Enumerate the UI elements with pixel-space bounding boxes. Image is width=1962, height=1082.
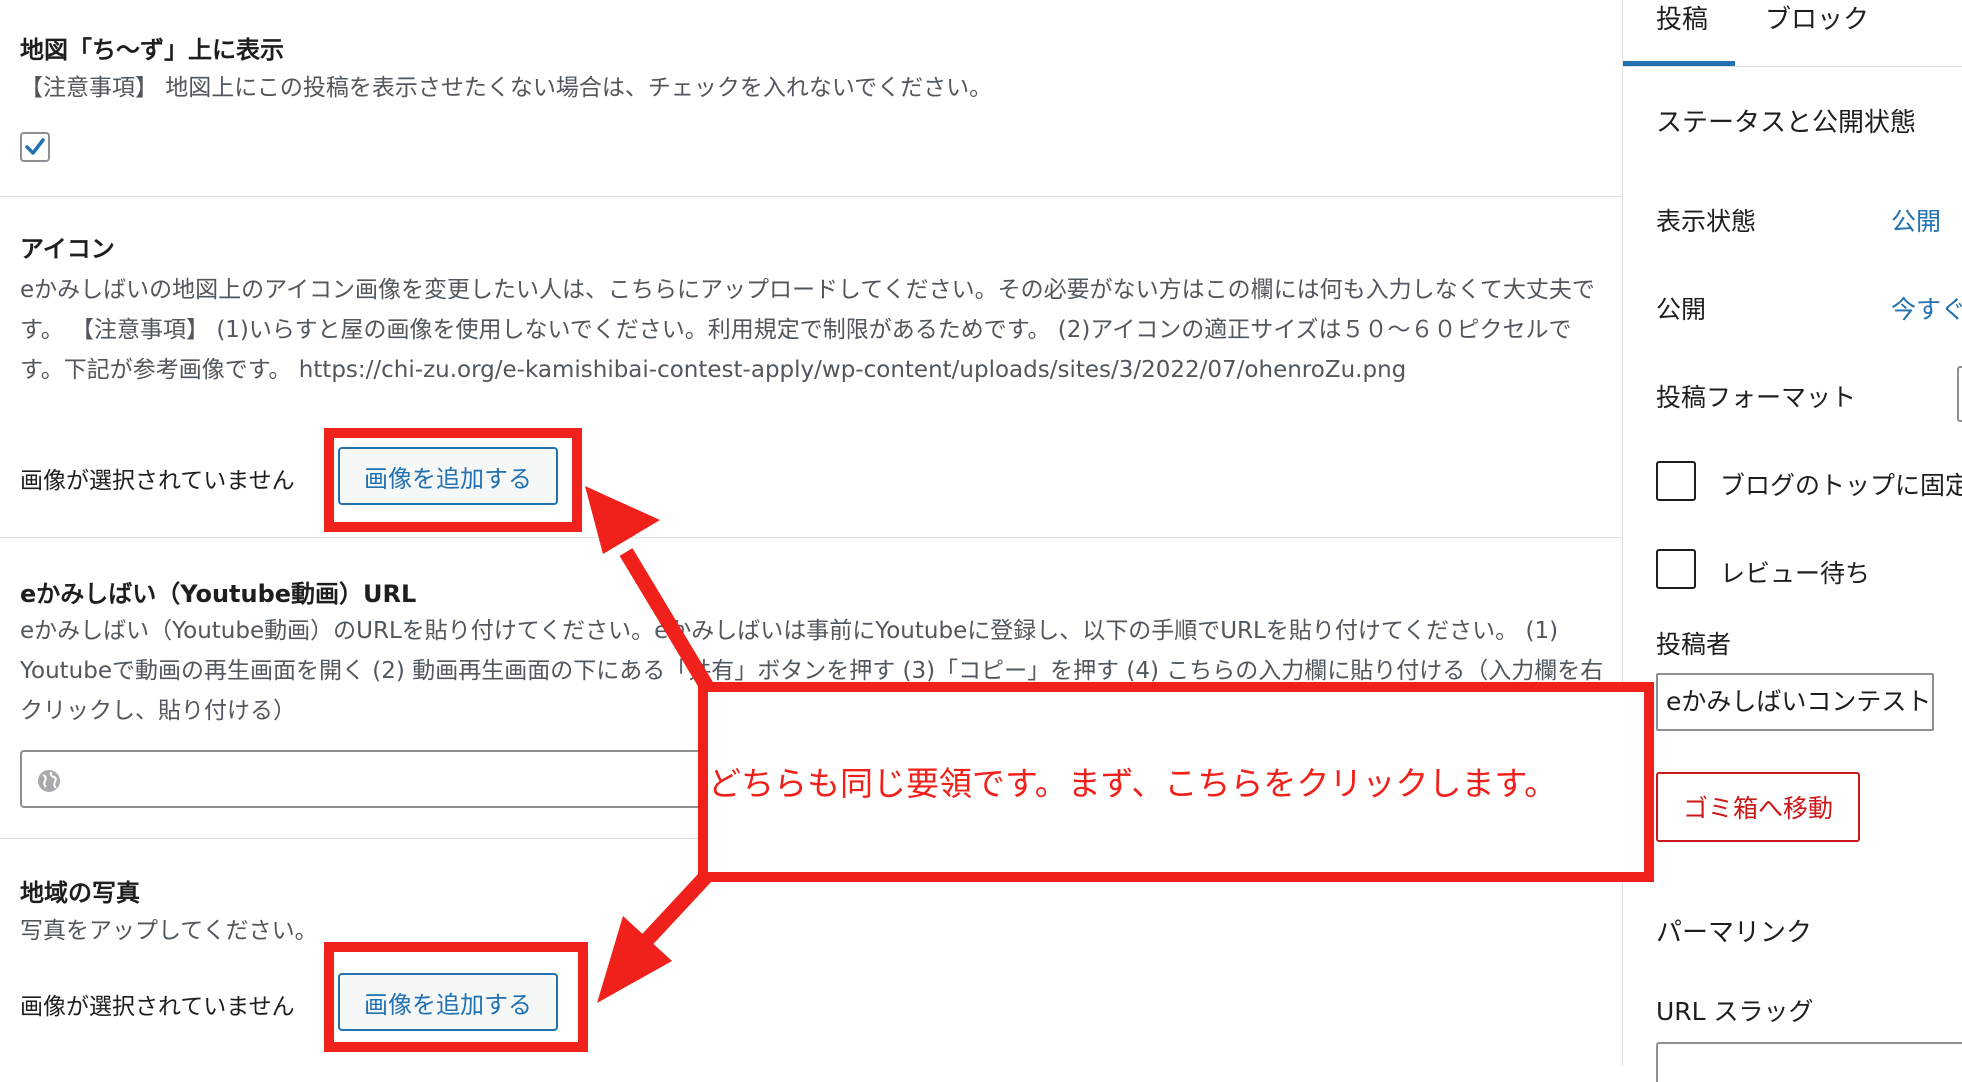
annotation-highlight-icon-button [324,428,582,532]
section-title: 地域の写真 [20,879,140,907]
icon-section: アイコン eかみしばいの地図上のアイコン画像を変更したい人は、こちらにアップロー… [0,197,1622,538]
move-to-trash-button[interactable]: ゴミ箱へ移動 [1656,772,1860,842]
pending-review-checkbox[interactable] [1656,549,1696,589]
section-description: 写真をアップしてください。 [20,918,318,944]
permalink-heading[interactable]: パーマリンク [1656,912,1812,949]
visibility-label: 表示状態 [1656,207,1757,236]
section-title: eかみしばい（Youtube動画）URL [20,580,417,608]
stick-to-top-label: ブログのトップに固定 [1720,471,1962,500]
annotation-callout-text: どちらも同じ要領です。まず、こちらをクリックします。 [708,764,1558,803]
sidebar-tabs: 投稿 ブロック [1623,0,1962,67]
pending-review-label: レビュー待ち [1720,559,1871,588]
globe-icon [38,770,60,792]
custom-fields-panel: 地図「ち〜ず」上に表示 【注意事項】 地図上にこの投稿を表示させたくない場合は、… [0,0,1622,1066]
author-select[interactable]: eかみしばいコンテスト [1656,673,1934,731]
publish-label: 公開 [1656,295,1707,324]
annotation-highlight-photo-button [324,942,588,1052]
settings-sidebar: 投稿 ブロック ステータスと公開状態 表示状態 公開 公開 今すぐ 投稿フォーマ… [1622,0,1962,1082]
status-visibility-heading[interactable]: ステータスと公開状態 [1656,102,1916,139]
no-image-selected-text: 画像が選択されていません [20,994,295,1020]
publish-date-toggle[interactable]: 今すぐ [1891,290,1962,326]
show-on-map-checkbox[interactable] [20,132,50,162]
url-slug-input[interactable] [1656,1042,1962,1082]
tab-block[interactable]: ブロック [1765,0,1869,66]
no-image-selected-text: 画像が選択されていません [20,468,295,494]
stick-to-top-checkbox[interactable] [1656,461,1696,501]
section-title: 地図「ち〜ず」上に表示 [20,36,284,64]
post-format-select[interactable] [1957,366,1962,422]
section-title: アイコン [20,235,115,263]
tab-post[interactable]: 投稿 [1623,0,1735,66]
section-description: 【注意事項】 地図上にこの投稿を表示させたくない場合は、チェックを入れないでくだ… [20,75,993,101]
url-slug-label: URL スラッグ [1656,997,1814,1026]
map-display-section: 地図「ち〜ず」上に表示 【注意事項】 地図上にこの投稿を表示させたくない場合は、… [0,0,1622,197]
visibility-toggle[interactable]: 公開 [1891,202,1941,238]
author-label: 投稿者 [1656,630,1732,659]
post-format-label: 投稿フォーマット [1656,383,1857,412]
section-description: eかみしばいの地図上のアイコン画像を変更したい人は、こちらにアップロードしてくだ… [20,277,1595,383]
checkmark-icon [25,138,45,155]
